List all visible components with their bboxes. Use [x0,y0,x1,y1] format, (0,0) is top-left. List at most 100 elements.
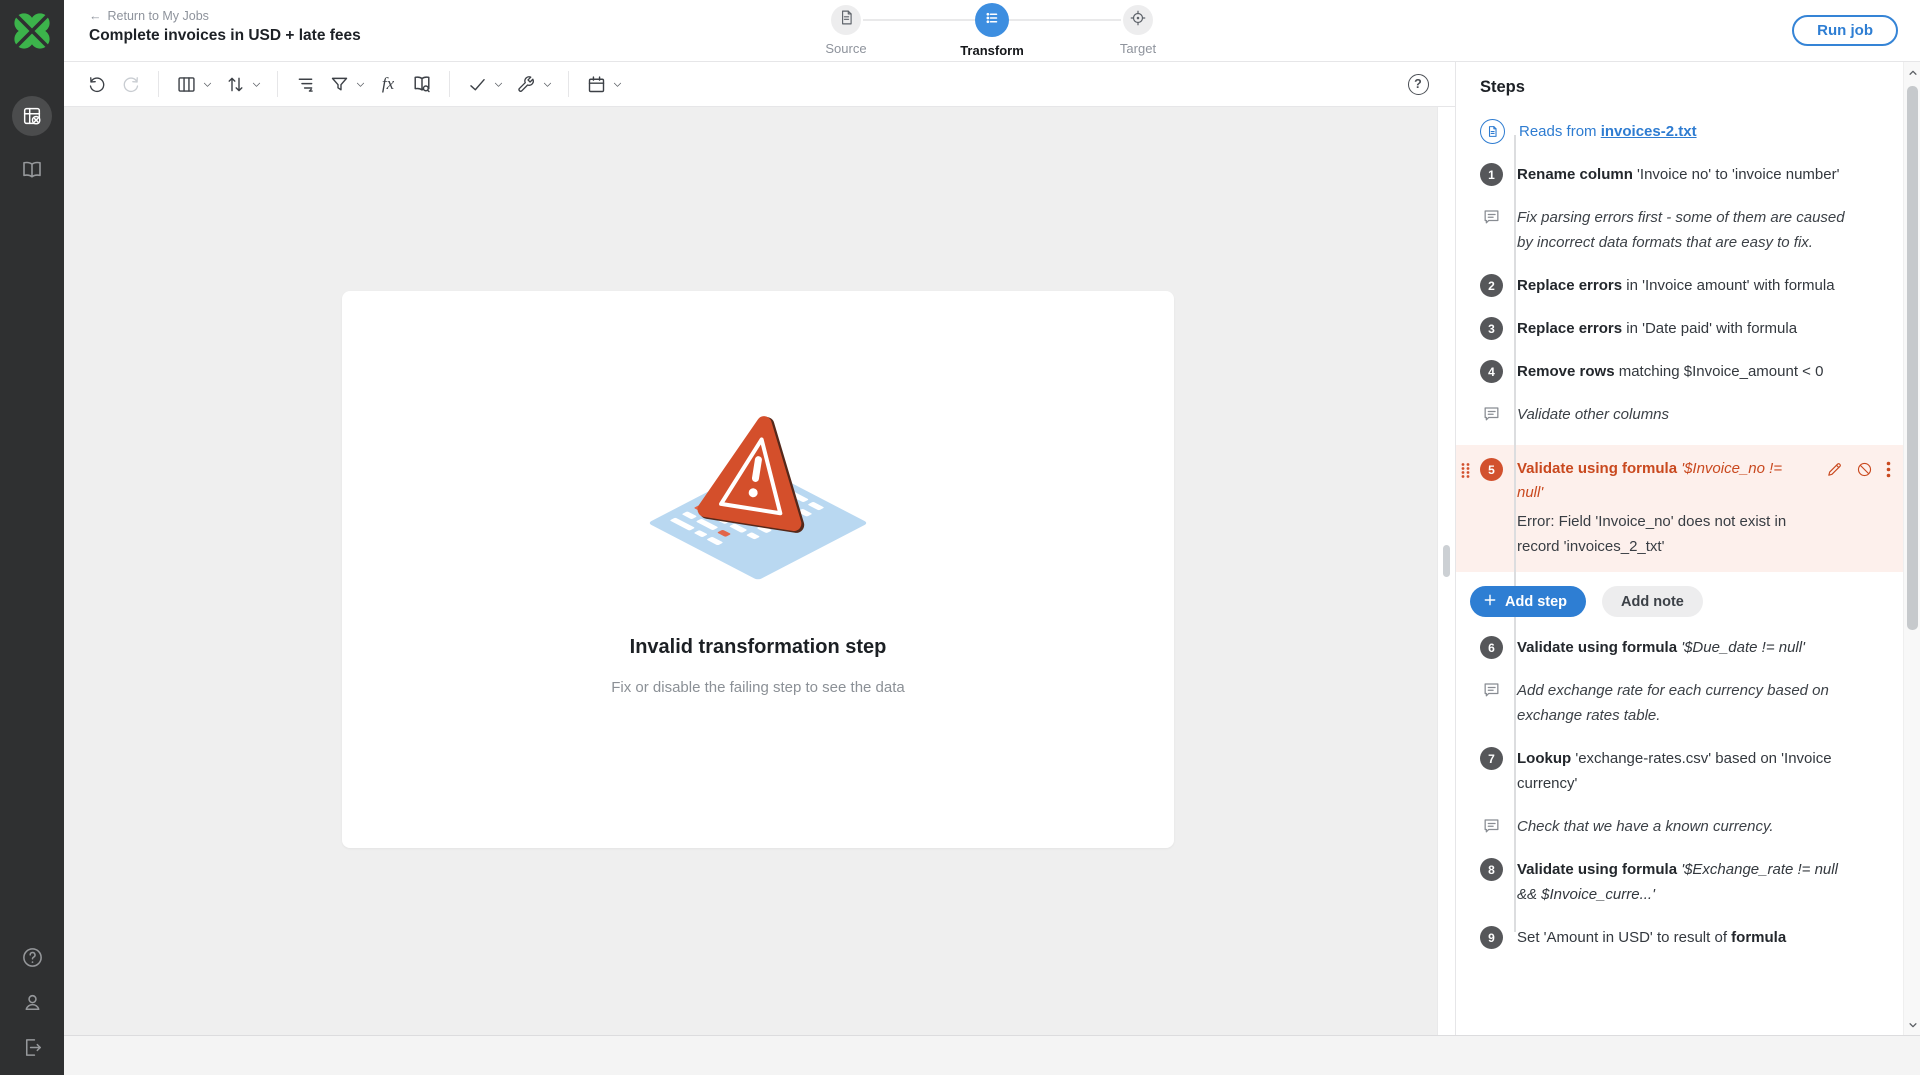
note-fix-parsing[interactable]: Fix parsing errors first - some of them … [1480,205,1883,255]
stepper-target[interactable]: Target [1093,3,1183,56]
note-bubble-icon [1480,678,1503,701]
left-rail [0,0,64,1075]
target-step-circle[interactable] [1123,5,1153,35]
validate-check-icon[interactable] [460,67,494,101]
step-menu-kebab-icon[interactable] [1886,461,1891,559]
chevron-down-icon[interactable] [491,77,505,91]
invalid-step-card: Invalid transformation step Fix or disab… [342,291,1174,848]
step-7-lookup[interactable]: 7 Lookup 'exchange-rates.csv' based on '… [1480,746,1883,796]
step-number-badge: 5 [1480,458,1503,481]
add-step-button[interactable]: Add step [1470,586,1586,617]
step-3-replace-errors[interactable]: 3 Replace errors in 'Date paid' with for… [1480,316,1883,341]
chevron-down-icon[interactable] [540,77,554,91]
job-title: Complete invoices in USD + late fees [89,27,361,45]
stepper-source[interactable]: Source [801,3,891,56]
toolbar-divider [449,71,450,97]
sort-icon[interactable] [218,67,252,101]
chevron-down-icon[interactable] [200,77,214,91]
note-known-currency[interactable]: Check that we have a known currency. [1480,814,1883,839]
book-icon [20,158,44,182]
toolbar-divider [277,71,278,97]
back-link[interactable]: ← Return to My Jobs [89,9,209,23]
steps-list: Reads from invoices-2.txt 1 Rename colum… [1480,119,1883,950]
step-error-message: Error: Field 'Invoice_no' does not exist… [1517,509,1812,559]
undo-icon[interactable] [80,67,114,101]
target-step-label: Target [1120,41,1156,56]
sign-out-icon[interactable] [21,1036,44,1059]
note-validate-other[interactable]: Validate other columns [1480,402,1883,427]
step-number-badge: 6 [1480,636,1503,659]
rail-bottom-group [21,946,44,1059]
top-bar: ← Return to My Jobs Complete invoices in… [64,0,1920,62]
scroll-down-icon[interactable] [1904,1016,1920,1033]
data-canvas: Invalid transformation step Fix or disab… [64,107,1437,1035]
step-number-badge: 8 [1480,858,1503,881]
source-file-link[interactable]: invoices-2.txt [1601,123,1697,140]
wrench-icon[interactable] [509,67,543,101]
panel-scrollbar-thumb[interactable] [1907,86,1918,630]
step-number-badge: 1 [1480,163,1503,186]
steps-panel-content: Steps Reads from invoices-2.txt 1 Rename… [1456,62,1903,1035]
status-bar [64,1035,1920,1075]
failing-step-actions [1826,461,1891,559]
step-1-rename-column[interactable]: 1 Rename column 'Invoice no' to 'invoice… [1480,162,1883,187]
stepper-transform[interactable]: Transform [947,3,1037,58]
add-note-button[interactable]: Add note [1602,586,1703,617]
redo-icon [114,67,148,101]
source-step-label: Source [825,41,866,56]
step-number-badge: 9 [1480,926,1503,949]
lookup-book-icon[interactable] [405,67,439,101]
note-bubble-icon [1480,402,1503,425]
rail-jobs-item[interactable] [12,96,52,136]
run-job-button[interactable]: Run job [1792,15,1898,46]
chevron-down-icon[interactable] [249,77,263,91]
step-reads-from[interactable]: Reads from invoices-2.txt [1480,119,1883,144]
invalid-step-subtitle: Fix or disable the failing step to see t… [611,679,905,696]
canvas-scrollbar-thumb[interactable] [1443,545,1450,577]
transform-step-circle[interactable] [975,3,1009,37]
help-icon[interactable] [21,946,44,969]
step-8-validate-formula[interactable]: 8 Validate using formula '$Exchange_rate… [1480,857,1883,907]
scroll-up-icon[interactable] [1904,64,1920,81]
user-icon[interactable] [21,991,44,1014]
step-2-replace-errors[interactable]: 2 Replace errors in 'Invoice amount' wit… [1480,273,1883,298]
note-bubble-icon [1480,205,1503,228]
disable-step-icon[interactable] [1856,461,1873,559]
rail-library-item[interactable] [12,150,52,190]
step-9-set-amount[interactable]: 9 Set 'Amount in USD' to result of formu… [1480,925,1883,950]
reads-prefix: Reads from [1519,123,1597,140]
columns-icon[interactable] [169,67,203,101]
step-5-failing[interactable]: 5 Validate using formula '$Invoice_no !=… [1456,445,1903,572]
source-step-circle[interactable] [831,5,861,35]
clover-logo-icon[interactable] [11,10,53,52]
drag-handle-icon[interactable] [1460,462,1471,483]
back-arrow-icon: ← [89,9,102,23]
document-icon [838,9,855,31]
filter-icon[interactable] [322,67,356,101]
steps-connector-line [1514,135,1516,932]
step-4-remove-rows[interactable]: 4 Remove rows matching $Invoice_amount <… [1480,359,1883,384]
edit-step-icon[interactable] [1826,461,1843,559]
back-label: Return to My Jobs [108,9,209,23]
app-window: ← Return to My Jobs Complete invoices in… [0,0,1920,1075]
note-add-exchange-rate[interactable]: Add exchange rate for each currency base… [1480,678,1883,728]
step-insert-row: Add step Add note [1470,586,1883,617]
formula-icon[interactable]: fx [371,67,405,101]
source-file-icon [1480,119,1505,144]
step-6-validate-formula[interactable]: 6 Validate using formula '$Due_date != n… [1480,635,1883,660]
toolbar-help-icon[interactable]: ? [1401,67,1435,101]
chevron-down-icon[interactable] [610,77,624,91]
canvas-scrollbar[interactable] [1437,62,1455,1035]
list-icon [983,9,1001,32]
warning-spreadsheet-illustration [628,383,888,598]
chevron-down-icon[interactable] [353,77,367,91]
panel-scrollbar[interactable] [1903,62,1920,1035]
steps-title: Steps [1480,78,1883,97]
clean-rows-icon[interactable] [288,67,322,101]
invalid-step-title: Invalid transformation step [630,636,887,659]
toolbar-divider [158,71,159,97]
calendar-icon[interactable] [579,67,613,101]
steps-panel: Steps Reads from invoices-2.txt 1 Rename… [1455,62,1920,1035]
job-stepper: Source Transform [801,3,1183,58]
target-icon [1129,9,1147,32]
